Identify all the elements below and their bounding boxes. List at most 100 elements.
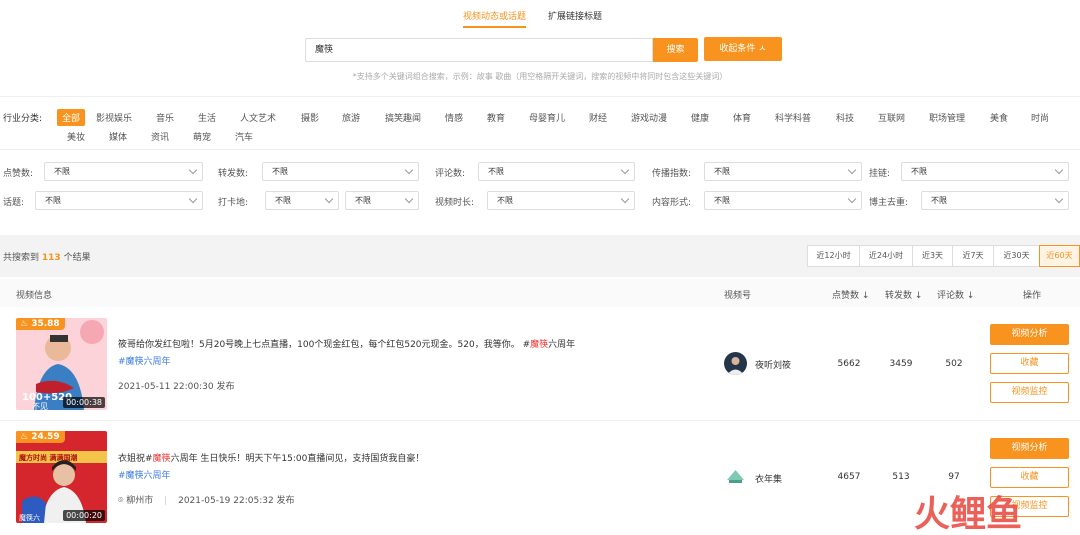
industry-item[interactable]: 旅游 — [342, 111, 360, 124]
col-likes[interactable]: 点赞数 ↓ — [832, 288, 869, 301]
account-name[interactable]: 夜听刘筱 — [755, 358, 791, 371]
industry-item[interactable]: 摄影 — [301, 111, 319, 124]
industry-item[interactable]: 美妆 — [67, 130, 85, 143]
search-button[interactable]: 搜索 — [653, 38, 698, 62]
time-range-60d[interactable]: 近60天 — [1039, 245, 1080, 267]
chevron-down-icon — [324, 194, 334, 204]
heat-score: 35.88 — [31, 319, 60, 329]
filter-value: 不限 — [931, 196, 947, 205]
industry-item[interactable]: 全部 — [57, 109, 86, 126]
time-range-24h[interactable]: 近24小时 — [859, 245, 913, 267]
avatar-image — [724, 352, 747, 375]
chevron-down-icon — [1054, 194, 1064, 204]
industry-item[interactable]: 职场管理 — [929, 111, 965, 124]
tab-extended-link[interactable]: 扩展链接标题 — [548, 9, 602, 22]
topic-tag[interactable]: #魔筷六周年 — [118, 468, 171, 481]
title-text: 衣姐祝# — [118, 454, 153, 464]
comments-value: 97 — [948, 472, 960, 482]
col-comments[interactable]: 评论数 ↓ — [937, 288, 974, 301]
industry-item[interactable]: 音乐 — [156, 111, 174, 124]
account-name[interactable]: 衣年集 — [755, 472, 782, 485]
search-input[interactable]: 魔筷 — [305, 38, 653, 62]
divider — [0, 149, 1080, 150]
industry-item[interactable]: 教育 — [487, 111, 505, 124]
filter-comments-select[interactable]: 不限 — [478, 162, 635, 181]
industry-item[interactable]: 体育 — [733, 111, 751, 124]
industry-item[interactable]: 科学科普 — [775, 111, 811, 124]
filter-value: 不限 — [497, 196, 513, 205]
filter-shares-select[interactable]: 不限 — [262, 162, 419, 181]
industry-item[interactable]: 游戏动漫 — [631, 111, 667, 124]
industry-item[interactable]: 健康 — [691, 111, 709, 124]
video-duration: 00:00:20 — [63, 510, 105, 521]
chevron-down-icon — [620, 194, 630, 204]
filter-dedupe-select[interactable]: 不限 — [921, 191, 1069, 210]
likes-value: 5662 — [837, 359, 861, 369]
industry-item[interactable]: 时尚 — [1031, 111, 1049, 124]
filter-duration-select[interactable]: 不限 — [487, 191, 635, 210]
filter-checkin-select-1[interactable]: 不限 — [265, 191, 339, 210]
industry-item[interactable]: 人文艺术 — [240, 111, 276, 124]
filter-label-spread: 传播指数: — [652, 169, 692, 179]
industry-item[interactable]: 情感 — [445, 111, 463, 124]
topic-tag[interactable]: #魔筷六周年 — [118, 354, 171, 367]
industry-item[interactable]: 资讯 — [151, 130, 169, 143]
video-thumbnail[interactable]: 魔方时尚 满满国潮 魔筷六 ♨ 24.59 00:00:20 — [16, 431, 107, 523]
time-range-7d[interactable]: 近7天 — [952, 245, 994, 267]
filter-label-likes: 点赞数: — [3, 169, 34, 179]
industry-item[interactable]: 互联网 — [878, 111, 905, 124]
comments-value: 502 — [945, 359, 963, 369]
video-analysis-button[interactable]: 视频分析 — [990, 324, 1069, 345]
chevron-down-icon — [404, 165, 414, 175]
publish-date: 2021-05-19 22:05:32 发布 — [178, 496, 295, 506]
industry-item[interactable]: 影视娱乐 — [96, 111, 132, 124]
filter-content-form-select[interactable]: 不限 — [704, 191, 862, 210]
video-monitor-button[interactable]: 视频监控 — [990, 382, 1069, 403]
industry-item[interactable]: 科技 — [836, 111, 854, 124]
filter-label-link: 挂链: — [869, 169, 891, 179]
chevron-down-icon — [1054, 165, 1064, 175]
video-analysis-button[interactable]: 视频分析 — [990, 438, 1069, 459]
title-text: 六周年 生日快乐！明天下午15:00直播间见，支持国货我自豪！ — [170, 454, 425, 464]
avatar[interactable] — [724, 465, 747, 488]
table-header: 视频信息 视频号 点赞数 ↓ 转发数 ↓ 评论数 ↓ 操作 — [0, 279, 1080, 307]
industry-item[interactable]: 萌宠 — [193, 130, 211, 143]
video-title[interactable]: 衣姐祝#魔筷六周年 生日快乐！明天下午15:00直播间见，支持国货我自豪！ — [118, 451, 424, 464]
filter-label-content-form: 内容形式: — [652, 198, 692, 208]
time-range-12h[interactable]: 近12小时 — [807, 245, 860, 267]
time-range-30d[interactable]: 近30天 — [993, 245, 1040, 267]
collapse-conditions-button[interactable]: 收起条件 ㅅ — [704, 37, 782, 61]
chevron-down-icon — [620, 165, 630, 175]
industry-item[interactable]: 财经 — [589, 111, 607, 124]
chevron-down-icon — [847, 165, 857, 175]
industry-item[interactable]: 汽车 — [235, 130, 253, 143]
filter-topic-select[interactable]: 不限 — [35, 191, 203, 210]
filter-value: 不限 — [714, 196, 730, 205]
heat-score: 24.59 — [31, 432, 60, 442]
favorite-button[interactable]: 收藏 — [990, 467, 1069, 488]
avatar-image — [724, 465, 747, 488]
filter-checkin-select-2[interactable]: 不限 — [345, 191, 419, 210]
time-range-3d[interactable]: 近3天 — [912, 245, 953, 267]
video-thumbnail[interactable]: 100+520 不见 ♨ 35.88 00:00:38 — [16, 318, 107, 410]
filter-link-select[interactable]: 不限 — [901, 162, 1069, 181]
video-title[interactable]: 筱哥给你发红包啦！5月20号晚上七点直播，100个现金红包，每个红包520元现金… — [118, 337, 575, 350]
divider — [0, 96, 1080, 97]
filter-spread-select[interactable]: 不限 — [704, 162, 862, 181]
chevron-down-icon — [188, 194, 198, 204]
industry-item[interactable]: 美食 — [990, 111, 1008, 124]
search-hint: *支持多个关键词组合搜索，示例：故事 歌曲（用空格隔开关键词，搜索的视频中将同时… — [352, 72, 728, 81]
industry-item[interactable]: 母婴育儿 — [529, 111, 565, 124]
title-text: 六周年 — [548, 340, 576, 350]
filter-likes-select[interactable]: 不限 — [44, 162, 203, 181]
tab-video-topic[interactable]: 视频动态或话题 — [463, 9, 527, 28]
filter-label-dedupe: 博主去重: — [869, 198, 909, 208]
industry-item[interactable]: 生活 — [198, 111, 216, 124]
avatar[interactable] — [724, 352, 747, 375]
shares-value: 513 — [892, 472, 910, 482]
col-shares[interactable]: 转发数 ↓ — [885, 288, 922, 301]
industry-item[interactable]: 媒体 — [109, 130, 127, 143]
favorite-button[interactable]: 收藏 — [990, 353, 1069, 374]
svg-text:不见: 不见 — [32, 402, 48, 410]
industry-item[interactable]: 搞笑趣闻 — [385, 111, 421, 124]
